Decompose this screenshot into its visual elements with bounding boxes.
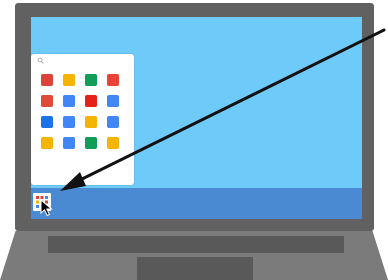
touchpad <box>137 257 253 280</box>
calendar-icon[interactable] <box>107 95 119 107</box>
sheets-icon[interactable] <box>85 137 97 149</box>
search-icon[interactable] <box>37 57 44 64</box>
translate-icon[interactable] <box>63 116 75 128</box>
google-plus-icon-blue[interactable] <box>63 95 75 107</box>
drive-icon[interactable] <box>85 74 97 86</box>
keep-icon[interactable] <box>41 137 53 149</box>
google-plus-icon[interactable] <box>41 95 53 107</box>
mouse-cursor-icon <box>40 199 53 217</box>
docs-list-icon[interactable] <box>107 116 119 128</box>
chrome-icon[interactable] <box>41 74 53 86</box>
shelf <box>31 188 362 219</box>
docs-icon[interactable] <box>63 137 75 149</box>
chrome-remote-icon[interactable] <box>85 116 97 128</box>
youtube-icon[interactable] <box>85 95 97 107</box>
gmail-icon[interactable] <box>107 74 119 86</box>
slides-icon[interactable] <box>107 137 119 149</box>
keyboard <box>48 236 344 253</box>
web-store-icon[interactable] <box>63 74 75 86</box>
play-store-icon[interactable] <box>41 116 53 128</box>
